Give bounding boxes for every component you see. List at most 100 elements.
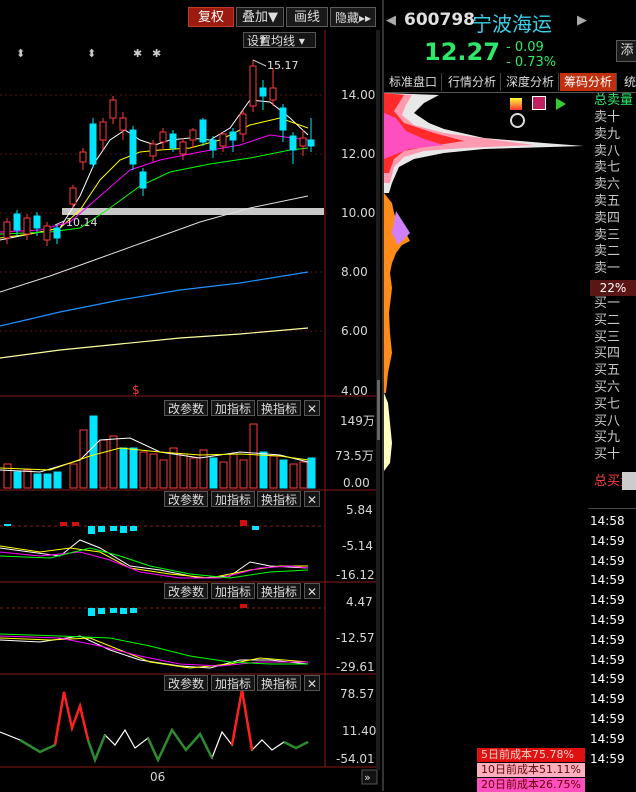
candle-body: [33, 215, 41, 229]
magnifier-icon[interactable]: [510, 113, 525, 128]
add-indicator-button[interactable]: 加指标: [211, 675, 256, 691]
ind1-bar: [72, 522, 79, 526]
close-panel-button[interactable]: ✕: [304, 675, 320, 691]
tab-more[interactable]: 统: [620, 73, 636, 91]
candle-body: [69, 187, 77, 205]
volume-bar: [189, 457, 198, 489]
sell-level-label: 卖一: [594, 261, 621, 277]
buy-level-label: 买八: [594, 413, 621, 429]
price-axis-label: 12.00: [341, 147, 376, 161]
volume-bar: [3, 463, 12, 489]
candle-body: [139, 171, 147, 189]
candle-body: [219, 133, 227, 147]
vol-axis-label: 0.00: [343, 476, 370, 490]
param-button[interactable]: 改参数: [164, 583, 209, 599]
sell-level-label: 卖四: [594, 210, 621, 226]
volume-bar: [139, 451, 148, 489]
trade-time: 14:59: [590, 672, 625, 687]
price-change-pct: - 0.73%: [506, 55, 557, 70]
ind2-bar: [88, 608, 95, 616]
tab-market[interactable]: 行情分析: [444, 73, 502, 91]
swap-indicator-button[interactable]: 换指标: [257, 675, 302, 691]
buy-level-label: 买六: [594, 380, 621, 395]
ind3-axis-label: 78.57: [340, 687, 375, 701]
flag-icon[interactable]: [531, 96, 546, 110]
vertical-scrollbar: [377, 380, 380, 440]
volume-bar: [299, 461, 308, 489]
prev-stock-icon[interactable]: ◀: [386, 13, 396, 28]
close-panel-button[interactable]: ✕: [304, 400, 320, 416]
candle-body: [169, 133, 177, 149]
sell-level-label: 卖七: [594, 160, 621, 176]
volume-bar: [99, 439, 108, 489]
ind1-bar: [120, 526, 127, 533]
buy-level-label: 买十: [594, 447, 621, 463]
ma-line-blue: [0, 271, 309, 327]
cost-legend-5d: 5日前成本75.78%: [477, 748, 585, 762]
price-axis-label: 4.00: [341, 384, 368, 398]
ind2-bar: [130, 608, 137, 613]
volume-bar: [69, 463, 78, 489]
dollar-marker: $: [132, 383, 140, 397]
ind3-green-segment-1: [19, 738, 56, 754]
volume-bar: [239, 459, 248, 489]
ind2-axis-label: -29.61: [336, 660, 375, 674]
trade-time: 14:59: [590, 712, 625, 726]
sell-level-label: 卖六: [594, 177, 621, 193]
chip-tool-icons[interactable]: [510, 96, 586, 128]
next-stock-icon[interactable]: ▶: [577, 13, 587, 28]
extra-button[interactable]: 添: [616, 40, 636, 62]
ma-line-yellow: [0, 327, 309, 359]
tab-chip[interactable]: 筹码分析: [560, 73, 618, 91]
orderbook-right-bar: [622, 472, 636, 490]
swap-indicator-button[interactable]: 换指标: [257, 400, 302, 416]
marker-star-1: ✱: [133, 47, 142, 60]
tab-depth[interactable]: 深度分析: [502, 73, 560, 91]
ind3-green-segment-3: [146, 727, 214, 763]
buy-level-label: 买四: [594, 346, 621, 362]
low-price-label: 10.14: [66, 216, 98, 229]
tab-standard[interactable]: 标准盘口: [385, 73, 443, 91]
param-button[interactable]: 改参数: [164, 400, 209, 416]
ind1-line-green: [0, 547, 309, 579]
candle-body: [43, 225, 51, 241]
param-button[interactable]: 改参数: [164, 675, 209, 691]
ind3-red-segment-1: [53, 691, 90, 746]
param-button[interactable]: 改参数: [164, 491, 209, 507]
marker-arrow-2: ⬍: [87, 47, 96, 60]
add-indicator-button[interactable]: 加指标: [211, 491, 256, 507]
sell-level-label: 卖九: [594, 126, 621, 142]
candle-body: [109, 99, 117, 119]
swap-indicator-button[interactable]: 换指标: [257, 491, 302, 507]
triangle-icon[interactable]: [555, 98, 566, 110]
volume-bar: [179, 453, 188, 489]
volume-bar: [307, 457, 316, 489]
volume-bar: [279, 459, 288, 489]
close-panel-button[interactable]: ✕: [304, 583, 320, 599]
volume-bar: [249, 423, 258, 489]
add-indicator-button[interactable]: 加指标: [211, 583, 256, 599]
chart-bars-icon[interactable]: [510, 98, 522, 110]
stock-name: 宁波海运: [472, 12, 552, 36]
ma10-line: [0, 117, 309, 239]
vol-axis-label: 149万: [340, 414, 375, 428]
cost-legend-10d: 10日前成本51.11%: [477, 763, 585, 777]
volume-bar: [269, 455, 278, 489]
date-label: 06: [150, 770, 165, 784]
buy-level-label: 买九: [594, 430, 621, 446]
ind1-axis-label: 5.84: [346, 503, 373, 517]
kline-chart[interactable]: ⬍ ⬍ ✱ ✱ ⬍ 15.17 10.14 $ 06 »: [0, 0, 380, 791]
volume-bar: [259, 451, 268, 489]
candle-body: [209, 139, 217, 151]
swap-indicator-button[interactable]: 换指标: [257, 583, 302, 599]
add-indicator-button[interactable]: 加指标: [211, 400, 256, 416]
ind1-bar: [130, 526, 137, 531]
price-change: - 0.09: [506, 40, 544, 55]
volume-bar: [89, 415, 98, 489]
ind1-line-white: [0, 539, 309, 579]
close-panel-button[interactable]: ✕: [304, 491, 320, 507]
buy-level-label: 买五: [594, 363, 621, 379]
volume-bar: [119, 447, 128, 489]
price-axis-label: 6.00: [341, 324, 368, 338]
volume-bar: [33, 473, 42, 489]
